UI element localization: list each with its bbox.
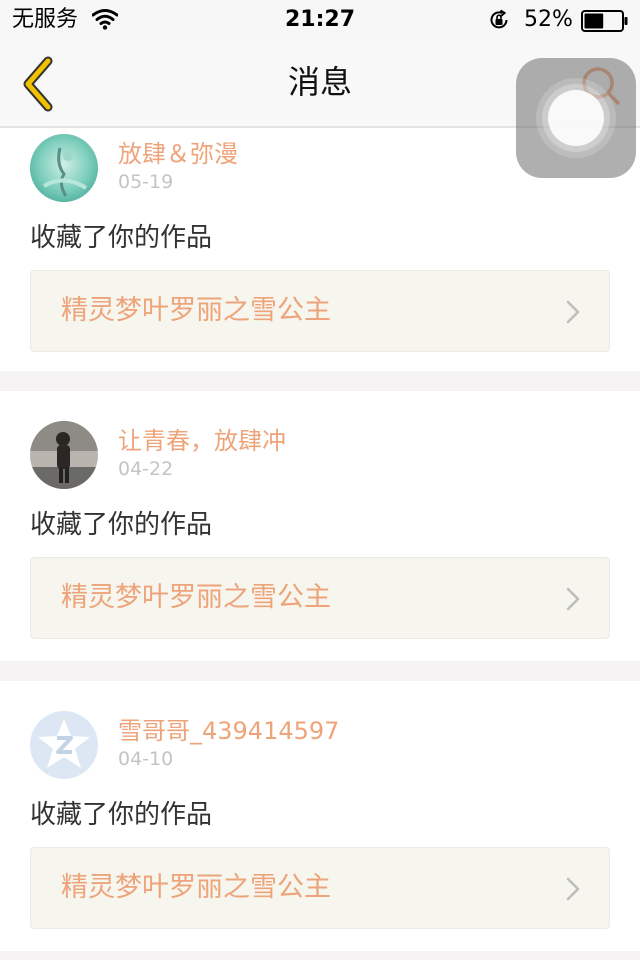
assistive-touch-button[interactable] — [516, 58, 636, 178]
rotation-lock-icon — [490, 9, 508, 29]
avatar[interactable] — [30, 134, 98, 202]
work-link[interactable]: 精灵梦叶罗丽之雪公主 — [30, 847, 610, 929]
chevron-right-icon — [566, 587, 580, 611]
message-date: 04-22 — [118, 458, 174, 480]
work-link[interactable]: 精灵梦叶罗丽之雪公主 — [30, 557, 610, 639]
work-link[interactable]: 精灵梦叶罗丽之雪公主 — [30, 270, 610, 352]
work-title: 精灵梦叶罗丽之雪公主 — [61, 295, 331, 326]
message-text: 收藏了你的作品 — [30, 800, 213, 830]
avatar[interactable] — [30, 711, 98, 779]
separator — [0, 951, 640, 960]
message-date: 05-19 — [118, 171, 174, 193]
avatar-image — [30, 134, 98, 202]
user-name[interactable]: 放肆＆弥漫 — [118, 138, 238, 170]
separator — [0, 661, 640, 681]
message-item: 让青春，放肆冲 04-22 收藏了你的作品 精灵梦叶罗丽之雪公主 — [0, 391, 640, 639]
chevron-right-icon — [566, 300, 580, 324]
status-bar: 无服务 21:27 52% — [0, 0, 640, 40]
work-title: 精灵梦叶罗丽之雪公主 — [61, 582, 331, 613]
assistive-touch-knob — [548, 90, 604, 146]
chevron-right-icon — [566, 877, 580, 901]
avatar[interactable] — [30, 421, 98, 489]
default-avatar-icon — [30, 711, 98, 779]
user-name[interactable]: 让青春，放肆冲 — [118, 425, 286, 457]
message-list: 放肆＆弥漫 05-19 收藏了你的作品 精灵梦叶罗丽之雪公主 让青春，放肆冲 0… — [0, 128, 640, 960]
avatar-image — [30, 421, 98, 489]
work-title: 精灵梦叶罗丽之雪公主 — [61, 872, 331, 903]
message-date: 04-10 — [118, 748, 174, 770]
message-text: 收藏了你的作品 — [30, 510, 213, 540]
message-item: 雪哥哥_439414597 04-10 收藏了你的作品 精灵梦叶罗丽之雪公主 — [0, 681, 640, 929]
message-text: 收藏了你的作品 — [30, 223, 213, 253]
user-name[interactable]: 雪哥哥_439414597 — [118, 715, 339, 747]
separator — [0, 371, 640, 391]
screen: 无服务 21:27 52% 消息 放肆＆弥漫 05-19 收藏了你的作品 精灵梦… — [0, 0, 640, 960]
battery-percent: 52% — [524, 7, 573, 32]
battery-icon — [581, 10, 628, 32]
